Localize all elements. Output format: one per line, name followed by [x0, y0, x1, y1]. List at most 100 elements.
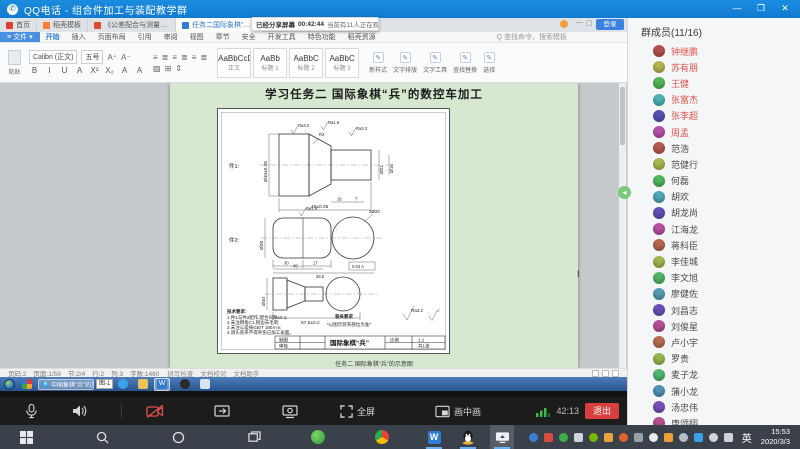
member-row[interactable]: 汤忠伟 — [628, 399, 800, 415]
member-row[interactable]: 王健 — [628, 75, 800, 91]
exit-call-button[interactable]: 退出 — [585, 403, 619, 419]
member-row[interactable]: 李文旭 — [628, 270, 800, 286]
document-canvas[interactable]: 学习任务二 国际象棋“兵”的数控车加工 件1: — [0, 83, 627, 368]
app-screen-share-active[interactable] — [490, 425, 514, 449]
wps-user-avatar[interactable] — [560, 20, 568, 28]
tray-icon[interactable] — [544, 433, 553, 442]
microphone-button[interactable] — [24, 403, 39, 419]
speaker-button[interactable] — [71, 403, 87, 419]
style-preset[interactable]: AaBbC 标题 3 — [325, 48, 359, 78]
panel-collapse-button[interactable]: ◂ — [618, 186, 631, 199]
paragraph-align-icon[interactable]: ≣ — [181, 53, 188, 62]
member-row[interactable]: 廖健佐 — [628, 286, 800, 302]
font-name-select[interactable]: Calibri (正文) — [29, 50, 77, 64]
member-row[interactable]: 李佳城 — [628, 253, 800, 269]
maximize-button[interactable]: ❐ — [750, 0, 772, 17]
member-row[interactable]: 江海龙 — [628, 221, 800, 237]
win7-wps-icon[interactable] — [22, 379, 32, 389]
tray-icon[interactable] — [619, 433, 628, 442]
tray-icon[interactable] — [679, 433, 688, 442]
app-qq[interactable] — [456, 425, 480, 449]
document-tab[interactable]: 稻壳模板 — [37, 18, 88, 32]
win7-app-icon[interactable] — [180, 379, 190, 389]
tray-icon[interactable] — [574, 433, 583, 442]
screen-share-banner[interactable]: 已经分享屏幕 00:42:44 当前有11人正在观看分享屏幕 — [251, 17, 379, 31]
pip-button[interactable]: 画中画 — [435, 405, 481, 418]
demo-whiteboard-button[interactable] — [282, 404, 298, 419]
view-mode-icon[interactable] — [592, 370, 599, 377]
app-360-safe[interactable] — [306, 425, 330, 449]
menu-item[interactable]: 插入 — [66, 32, 92, 42]
style-preset[interactable]: AaBb 标题 1 — [253, 48, 287, 78]
start-button[interactable] — [14, 425, 38, 449]
member-row[interactable]: 罗贵 — [628, 351, 800, 367]
font-size-select[interactable]: 五号 — [81, 50, 103, 64]
tray-icon[interactable] — [694, 433, 703, 442]
app-wps[interactable]: W — [422, 425, 446, 449]
member-row[interactable]: 蒲小龙 — [628, 383, 800, 399]
vertical-scrollbar[interactable] — [619, 83, 626, 368]
format-button[interactable]: X² — [89, 66, 100, 75]
fullscreen-button[interactable]: 全屏 — [340, 405, 375, 418]
app-chrome[interactable] — [370, 425, 394, 449]
style-preset[interactable]: AaBbC 标题 2 — [289, 48, 323, 78]
member-row[interactable]: 胡欢 — [628, 189, 800, 205]
document-tab[interactable]: 《公差配合与测量技术》.ppt — [88, 18, 176, 32]
wps-restore-icon[interactable]: ▢ — [586, 19, 593, 27]
cortana-button[interactable] — [166, 425, 190, 449]
minimize-button[interactable]: — — [726, 0, 748, 17]
grow-font-icon[interactable]: A⁺ — [107, 53, 117, 62]
format-button[interactable]: A — [134, 66, 145, 75]
line-spacing-icon[interactable]: ⇕ — [175, 64, 182, 73]
paragraph-align-icon[interactable]: ≡ — [153, 53, 158, 62]
menu-item[interactable]: 引用 — [132, 32, 158, 42]
command-search[interactable]: Q 查找命令、搜索模板 — [497, 32, 567, 42]
paragraph-align-icon[interactable]: ≡ — [192, 53, 197, 62]
member-row[interactable]: 麦子龙 — [628, 367, 800, 383]
format-button[interactable]: U — [59, 66, 70, 75]
win7-paint-icon[interactable] — [200, 379, 210, 389]
ribbon-tool-button[interactable]: ✎ 选择 — [483, 52, 495, 74]
search-button[interactable] — [90, 425, 114, 449]
task-view-button[interactable] — [242, 425, 266, 449]
menu-item[interactable]: 稻壳资源 — [342, 32, 382, 42]
member-row[interactable]: 胡龙尚 — [628, 205, 800, 221]
menu-item[interactable]: 安全 — [236, 32, 262, 42]
menu-item[interactable]: 特色功能 — [302, 32, 342, 42]
menu-file[interactable]: ≡文件▾ — [0, 32, 40, 42]
member-row[interactable]: 张富杰 — [628, 92, 800, 108]
shading-icon[interactable]: ▨ — [153, 64, 161, 73]
paragraph-align-icon[interactable]: ≣ — [162, 53, 169, 62]
member-row[interactable]: 刘昌志 — [628, 302, 800, 318]
win7-task-badge[interactable]: 图-1 — [96, 379, 113, 389]
win7-task-button[interactable]: e 中国象棋“兵”的加工方法 — [38, 379, 94, 390]
border-icon[interactable]: ⊞ — [165, 64, 172, 73]
tray-icon[interactable] — [604, 433, 613, 442]
taskbar-clock[interactable]: 15:53 2020/3/3 — [761, 427, 796, 447]
win7-start-orb[interactable] — [4, 379, 15, 390]
view-mode-icon[interactable] — [602, 370, 609, 377]
ribbon-tool-button[interactable]: ✎ 新样式 — [369, 52, 387, 74]
member-row[interactable]: 唐颂翔 — [628, 415, 800, 425]
close-button[interactable]: ✕ — [774, 0, 796, 17]
member-row[interactable]: 范浩 — [628, 140, 800, 156]
menu-item[interactable]: 开发工具 — [262, 32, 302, 42]
member-row[interactable]: 张李超 — [628, 108, 800, 124]
member-row[interactable]: 钟继鹏 — [628, 43, 800, 59]
format-button[interactable]: I — [44, 66, 55, 75]
document-tab[interactable]: 首页 — [0, 18, 37, 32]
win7-qq-browser-icon[interactable] — [118, 379, 128, 389]
ribbon-tool-button[interactable]: ✎ 查找替换 — [453, 52, 477, 74]
shrink-font-icon[interactable]: A⁻ — [121, 53, 131, 62]
member-row[interactable]: 苏有朋 — [628, 59, 800, 75]
tray-icon[interactable] — [634, 433, 643, 442]
format-button[interactable]: B — [29, 66, 40, 75]
ribbon-tool-button[interactable]: ✎ 文字工具 — [423, 52, 447, 74]
menu-item[interactable]: 章节 — [210, 32, 236, 42]
paragraph-align-icon[interactable]: ≣ — [200, 53, 207, 62]
tray-icon[interactable] — [559, 433, 568, 442]
member-row[interactable]: 蒋科臣 — [628, 237, 800, 253]
menu-item[interactable]: 开始 — [40, 32, 66, 42]
menu-item[interactable]: 视图 — [184, 32, 210, 42]
format-button[interactable]: X₂ — [104, 66, 115, 75]
